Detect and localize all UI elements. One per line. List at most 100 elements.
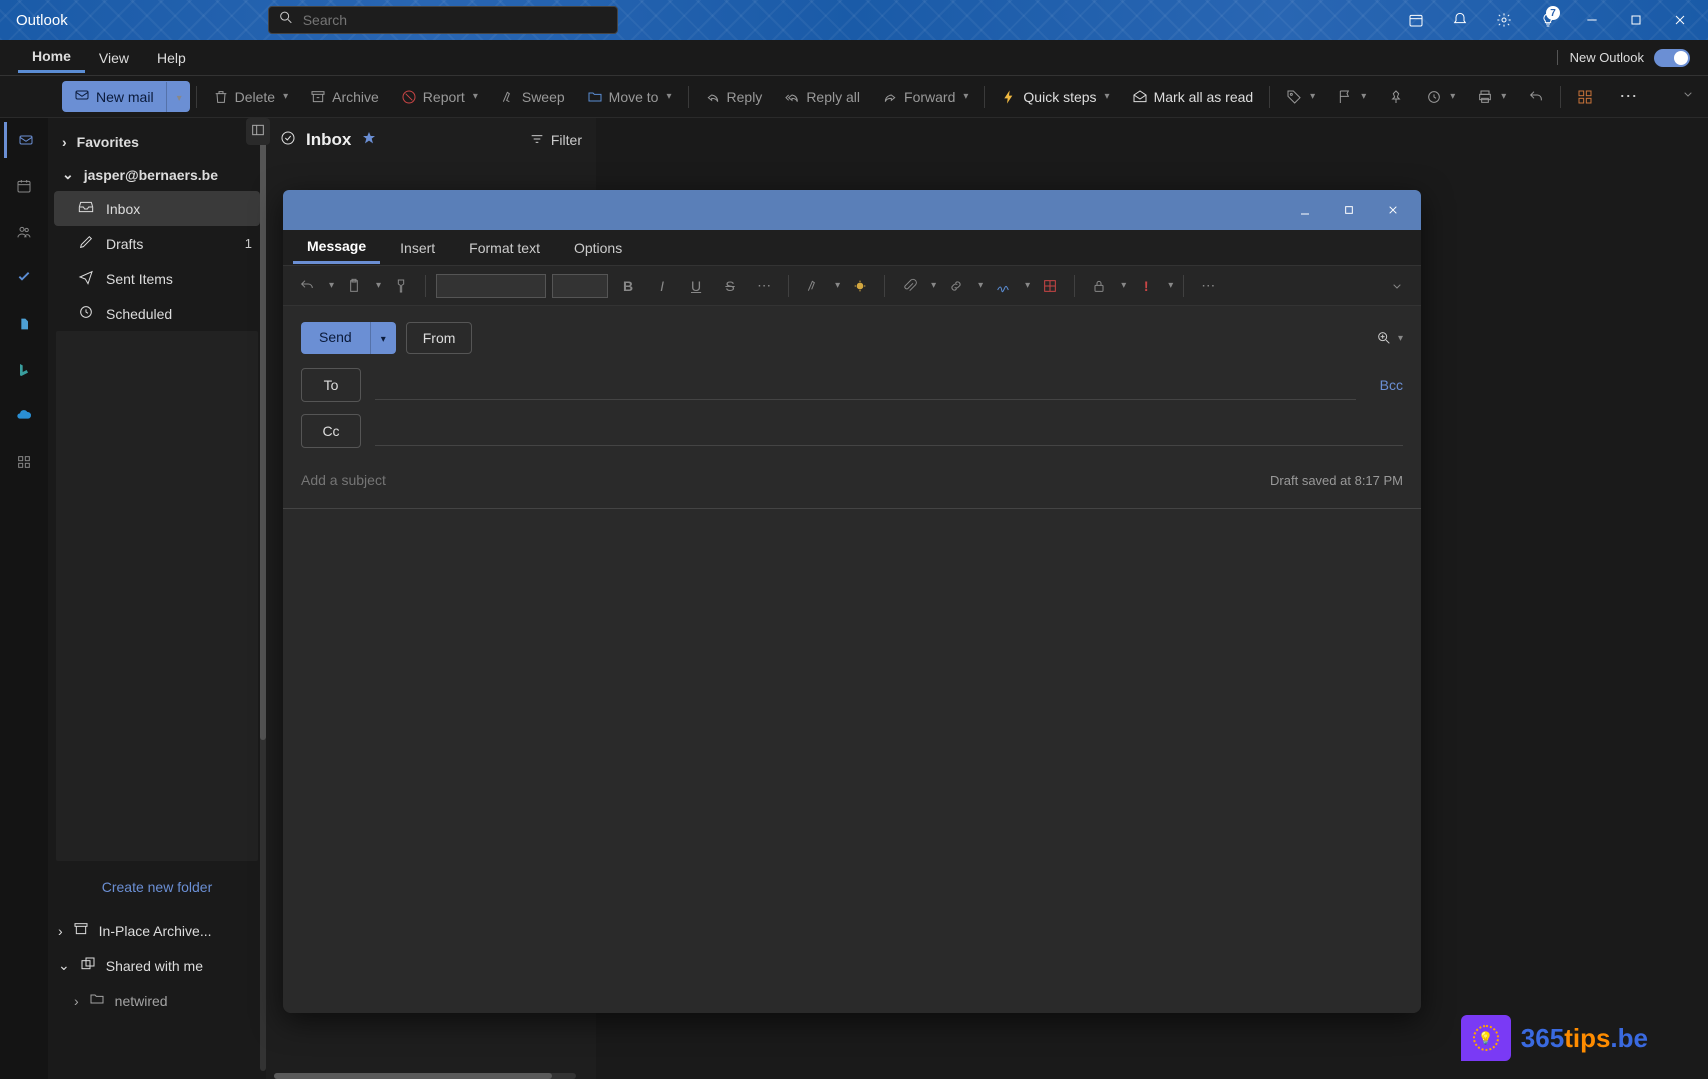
signature-button[interactable]	[989, 272, 1017, 300]
report-button[interactable]: Report▾	[391, 83, 488, 111]
editor-button[interactable]	[846, 272, 874, 300]
quick-steps-button[interactable]: Quick steps▾	[991, 83, 1119, 111]
table-button[interactable]	[1036, 272, 1064, 300]
send-options-dropdown[interactable]: ▾	[370, 322, 396, 354]
subject-input[interactable]	[301, 466, 1256, 494]
to-button[interactable]: To	[301, 368, 361, 402]
compose-tab-format[interactable]: Format text	[455, 233, 554, 263]
filter-button[interactable]: Filter	[529, 131, 582, 150]
forward-button[interactable]: Forward▾	[872, 83, 978, 111]
to-input[interactable]	[375, 370, 1356, 400]
rail-files[interactable]	[4, 306, 44, 342]
account-group[interactable]: ⌄jasper@bernaers.be	[48, 158, 266, 191]
create-new-folder-link[interactable]: Create new folder	[48, 861, 266, 913]
notifications-icon[interactable]	[1440, 4, 1480, 36]
styles-button[interactable]	[799, 272, 827, 300]
collapse-folder-pane[interactable]	[246, 118, 270, 145]
tag-button[interactable]: ▾	[1276, 83, 1325, 111]
select-all-icon[interactable]	[280, 130, 296, 151]
folder-scheduled[interactable]: Scheduled	[48, 296, 266, 331]
compose-close-button[interactable]	[1373, 194, 1413, 226]
titlebar: Outlook 7	[0, 0, 1708, 40]
favorites-group[interactable]: ›Favorites	[48, 126, 266, 158]
format-painter-button[interactable]	[387, 272, 415, 300]
snooze-button[interactable]: ▾	[1416, 83, 1465, 111]
favorite-star-icon[interactable]	[361, 130, 377, 151]
drafts-count: 1	[245, 236, 252, 251]
tab-home[interactable]: Home	[18, 42, 85, 73]
new-mail-button[interactable]: New mail ▾	[62, 81, 190, 112]
strikethrough-button[interactable]: S	[716, 272, 744, 300]
ribbon-overflow[interactable]: ⋯	[1611, 82, 1645, 111]
folder-netwired[interactable]: ›netwired	[48, 983, 266, 1018]
archive-button[interactable]: Archive	[300, 83, 389, 111]
mark-all-read-button[interactable]: Mark all as read	[1122, 83, 1264, 111]
tab-help[interactable]: Help	[143, 44, 200, 72]
addins-button[interactable]	[1567, 83, 1603, 111]
rail-calendar[interactable]	[4, 168, 44, 204]
new-mail-dropdown[interactable]: ▾	[166, 82, 190, 112]
from-button[interactable]: From	[406, 322, 473, 354]
reply-all-button[interactable]: Reply all	[774, 83, 870, 111]
zoom-button[interactable]: ▾	[1376, 330, 1403, 346]
compose-minimize-button[interactable]	[1285, 194, 1325, 226]
pin-button[interactable]	[1378, 83, 1414, 111]
ribbon-expand-button[interactable]	[1676, 82, 1700, 111]
folder-drafts[interactable]: Drafts1	[48, 226, 266, 261]
cc-input[interactable]	[375, 416, 1403, 446]
rail-onedrive[interactable]	[4, 398, 44, 434]
font-size-select[interactable]	[552, 274, 608, 298]
compose-paste-button[interactable]	[340, 272, 368, 300]
new-outlook-toggle[interactable]	[1654, 49, 1690, 67]
compose-maximize-button[interactable]	[1329, 194, 1369, 226]
sensitivity-button[interactable]	[1085, 272, 1113, 300]
send-button[interactable]: Send ▾	[301, 322, 396, 354]
compose-tab-options[interactable]: Options	[560, 233, 636, 263]
rail-todo[interactable]	[4, 260, 44, 296]
folder-inplace-archive[interactable]: ›In-Place Archive...	[48, 913, 266, 948]
compose-ribbon-overflow[interactable]: ⋯	[1194, 272, 1222, 300]
print-button[interactable]: ▾	[1467, 83, 1516, 111]
tag-icon	[1286, 89, 1302, 105]
flag-button[interactable]: ▾	[1327, 83, 1376, 111]
underline-button[interactable]: U	[682, 272, 710, 300]
rail-bing[interactable]	[4, 352, 44, 388]
window-close-button[interactable]	[1660, 4, 1700, 36]
rail-mail[interactable]	[4, 122, 44, 158]
folder-inbox[interactable]: Inbox	[54, 191, 260, 226]
rail-people[interactable]	[4, 214, 44, 250]
compose-tab-message[interactable]: Message	[293, 231, 380, 264]
bcc-link[interactable]: Bcc	[1380, 377, 1403, 393]
cc-button[interactable]: Cc	[301, 414, 361, 448]
compose-tabs: Message Insert Format text Options	[283, 230, 1421, 266]
sweep-button[interactable]: Sweep	[490, 83, 575, 111]
folder-shared[interactable]: ⌄Shared with me	[48, 948, 266, 983]
compose-tab-insert[interactable]: Insert	[386, 233, 449, 263]
trash-icon	[213, 89, 229, 105]
rail-more-apps[interactable]	[4, 444, 44, 480]
attach-button[interactable]	[895, 272, 923, 300]
delete-button[interactable]: Delete▾	[203, 83, 299, 111]
menubar: Home View Help New Outlook	[0, 40, 1708, 76]
window-minimize-button[interactable]	[1572, 4, 1612, 36]
font-family-select[interactable]	[436, 274, 546, 298]
calendar-peek-icon[interactable]	[1396, 4, 1436, 36]
tips-icon[interactable]: 7	[1528, 4, 1568, 36]
importance-button[interactable]: !	[1132, 272, 1160, 300]
reply-button[interactable]: Reply	[695, 83, 773, 111]
compose-body[interactable]	[283, 508, 1421, 1013]
list-scrollbar[interactable]	[274, 1073, 576, 1079]
folder-sent[interactable]: Sent Items	[48, 261, 266, 296]
compose-ribbon-expand[interactable]	[1383, 272, 1411, 300]
move-to-button[interactable]: Move to▾	[577, 83, 682, 111]
search-input[interactable]	[268, 6, 618, 34]
link-button[interactable]	[942, 272, 970, 300]
settings-icon[interactable]	[1484, 4, 1524, 36]
undo-button[interactable]	[1518, 83, 1554, 111]
window-maximize-button[interactable]	[1616, 4, 1656, 36]
bold-button[interactable]: B	[614, 272, 642, 300]
tab-view[interactable]: View	[85, 44, 143, 72]
format-more-button[interactable]: ⋯	[750, 272, 778, 300]
italic-button[interactable]: I	[648, 272, 676, 300]
compose-undo-button[interactable]	[293, 272, 321, 300]
